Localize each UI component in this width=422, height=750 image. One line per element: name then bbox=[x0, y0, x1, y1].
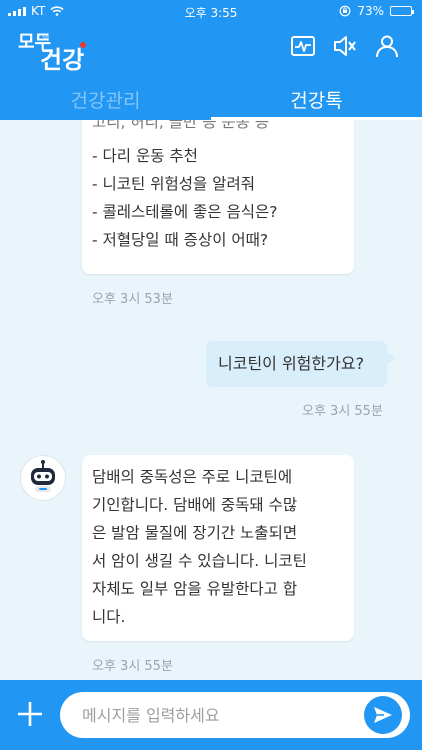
bot-answer-line: 니다. bbox=[92, 608, 126, 626]
user-message-text: 니코틴이 위험한가요? bbox=[218, 354, 365, 373]
send-button[interactable] bbox=[364, 696, 402, 734]
bot-suggestion-bubble: 고리, 허리, 골반 등 운동 등 - 다리 운동 추천 - 니코틴 위험성을 … bbox=[82, 120, 354, 274]
bot-answer-line: 서 암이 생길 수 있습니다. 니코틴 bbox=[92, 552, 307, 570]
tab-bar: 건강관리 건강톡 bbox=[0, 82, 422, 120]
bot-avatar bbox=[20, 455, 66, 501]
user-message-bubble: 니코틴이 위험한가요? bbox=[206, 341, 396, 387]
heart-monitor-icon[interactable] bbox=[290, 33, 316, 59]
suggestion-item[interactable]: - 콜레스테롤에 좋은 음식은? bbox=[92, 198, 354, 226]
suggestion-item[interactable]: - 다리 운동 추천 bbox=[92, 142, 354, 170]
battery-percent: 73% bbox=[357, 4, 384, 18]
message-input[interactable] bbox=[60, 692, 410, 738]
person-icon[interactable] bbox=[374, 33, 400, 59]
logo-text-geongang: 건강 bbox=[40, 46, 85, 74]
message-composer bbox=[0, 680, 422, 750]
bot-answer-line: 담배의 중독성은 주로 니코틴에 bbox=[92, 468, 293, 486]
app-logo: 모두 의 건강 bbox=[18, 28, 98, 74]
rotation-lock-icon bbox=[339, 5, 351, 17]
bot-answer-line: 자체도 일부 암을 유발한다고 합 bbox=[92, 580, 298, 598]
bot-answer-line: 은 발암 물질에 장기간 노출되면 bbox=[92, 524, 298, 542]
message-time: 오후 3시 55분 bbox=[92, 659, 173, 674]
message-time: 오후 3시 55분 bbox=[302, 404, 383, 419]
app-header: KT 오후 3:55 73% 모두 의 건강 건강관리 건강톡 bbox=[0, 0, 422, 120]
suggestion-item[interactable]: - 니코틴 위험성을 알려줘 bbox=[92, 170, 354, 198]
chat-area[interactable]: 고리, 허리, 골반 등 운동 등 - 다리 운동 추천 - 니코틴 위험성을 … bbox=[0, 120, 422, 680]
suggestion-partial: 고리, 허리, 골반 등 운동 등 bbox=[92, 120, 270, 131]
send-icon bbox=[374, 707, 392, 723]
tab-health-talk[interactable]: 건강톡 bbox=[211, 82, 422, 120]
bot-answer-bubble: 담배의 중독성은 주로 니코틴에 기인합니다. 담배에 중독돼 수많 은 발암 … bbox=[82, 455, 354, 641]
suggestion-item[interactable]: - 저혈당일 때 증상이 어때? bbox=[92, 226, 354, 254]
plus-icon[interactable] bbox=[14, 698, 46, 730]
speaker-muted-icon[interactable] bbox=[332, 33, 358, 59]
robot-icon bbox=[31, 460, 55, 492]
logo-dot bbox=[80, 42, 86, 48]
tab-health-management[interactable]: 건강관리 bbox=[0, 82, 211, 120]
bot-answer-line: 기인합니다. 담배에 중독돼 수많 bbox=[92, 496, 298, 514]
status-bar: KT 오후 3:55 73% bbox=[0, 0, 422, 22]
battery-icon bbox=[390, 6, 414, 16]
message-time: 오후 3시 53분 bbox=[92, 292, 173, 307]
